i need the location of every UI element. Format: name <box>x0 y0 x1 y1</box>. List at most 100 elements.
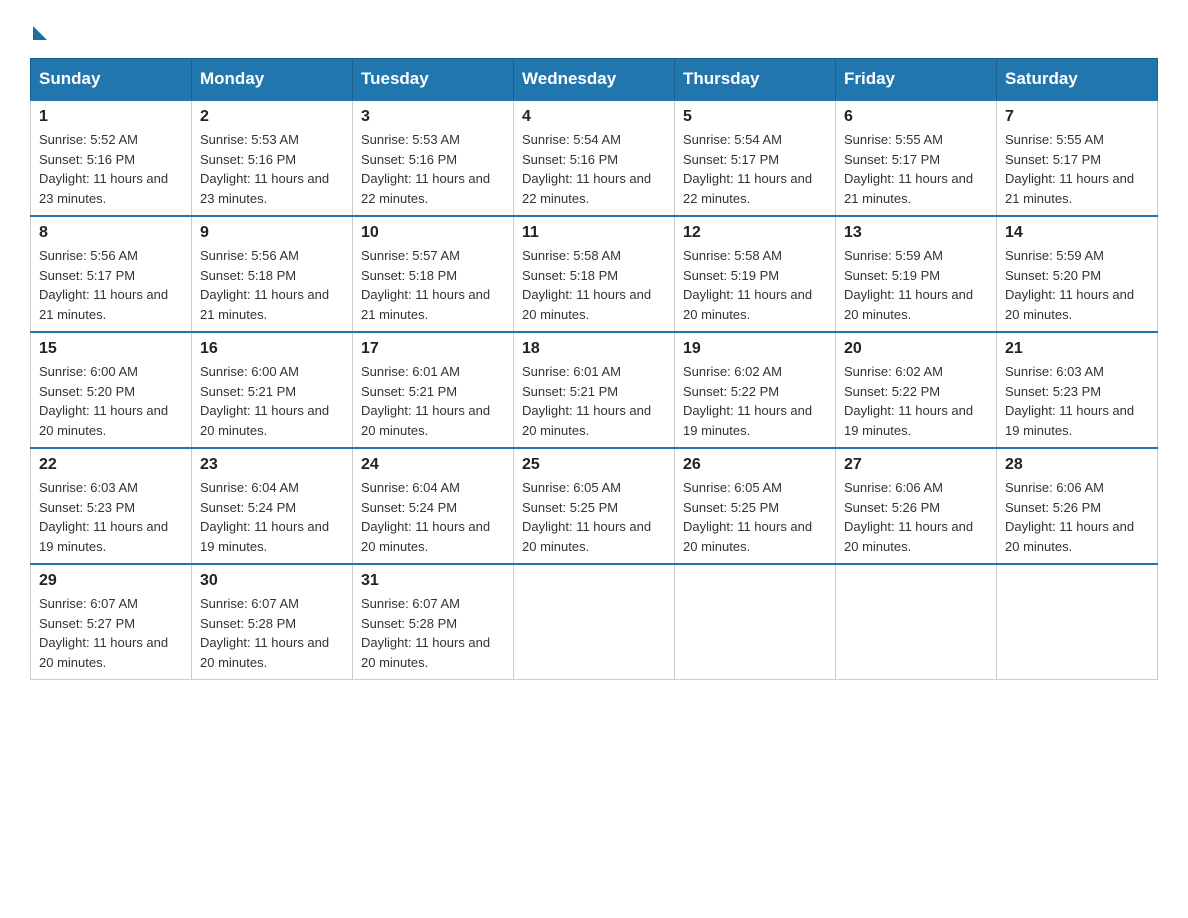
calendar-cell: 23 Sunrise: 6:04 AMSunset: 5:24 PMDaylig… <box>192 448 353 564</box>
day-info: Sunrise: 6:01 AMSunset: 5:21 PMDaylight:… <box>361 362 505 440</box>
day-info: Sunrise: 6:04 AMSunset: 5:24 PMDaylight:… <box>361 478 505 556</box>
day-number: 30 <box>200 572 344 590</box>
day-info: Sunrise: 6:04 AMSunset: 5:24 PMDaylight:… <box>200 478 344 556</box>
day-info: Sunrise: 5:55 AMSunset: 5:17 PMDaylight:… <box>1005 130 1149 208</box>
day-info: Sunrise: 6:07 AMSunset: 5:28 PMDaylight:… <box>361 594 505 672</box>
calendar-cell: 6 Sunrise: 5:55 AMSunset: 5:17 PMDayligh… <box>836 100 997 216</box>
day-info: Sunrise: 5:56 AMSunset: 5:17 PMDaylight:… <box>39 246 183 324</box>
calendar-cell: 21 Sunrise: 6:03 AMSunset: 5:23 PMDaylig… <box>997 332 1158 448</box>
calendar-week-row: 1 Sunrise: 5:52 AMSunset: 5:16 PMDayligh… <box>31 100 1158 216</box>
day-number: 4 <box>522 108 666 126</box>
day-info: Sunrise: 6:01 AMSunset: 5:21 PMDaylight:… <box>522 362 666 440</box>
calendar-cell: 14 Sunrise: 5:59 AMSunset: 5:20 PMDaylig… <box>997 216 1158 332</box>
calendar-header: SundayMondayTuesdayWednesdayThursdayFrid… <box>31 59 1158 101</box>
logo <box>30 20 66 40</box>
day-number: 3 <box>361 108 505 126</box>
day-info: Sunrise: 6:05 AMSunset: 5:25 PMDaylight:… <box>522 478 666 556</box>
calendar-cell: 3 Sunrise: 5:53 AMSunset: 5:16 PMDayligh… <box>353 100 514 216</box>
day-number: 11 <box>522 224 666 242</box>
calendar-cell: 13 Sunrise: 5:59 AMSunset: 5:19 PMDaylig… <box>836 216 997 332</box>
calendar-cell: 25 Sunrise: 6:05 AMSunset: 5:25 PMDaylig… <box>514 448 675 564</box>
weekday-header-tuesday: Tuesday <box>353 59 514 101</box>
calendar-week-row: 22 Sunrise: 6:03 AMSunset: 5:23 PMDaylig… <box>31 448 1158 564</box>
calendar-cell: 20 Sunrise: 6:02 AMSunset: 5:22 PMDaylig… <box>836 332 997 448</box>
day-number: 10 <box>361 224 505 242</box>
calendar-cell: 8 Sunrise: 5:56 AMSunset: 5:17 PMDayligh… <box>31 216 192 332</box>
calendar-cell <box>836 564 997 680</box>
day-number: 20 <box>844 340 988 358</box>
weekday-header-monday: Monday <box>192 59 353 101</box>
calendar-cell: 26 Sunrise: 6:05 AMSunset: 5:25 PMDaylig… <box>675 448 836 564</box>
day-number: 7 <box>1005 108 1149 126</box>
calendar-week-row: 8 Sunrise: 5:56 AMSunset: 5:17 PMDayligh… <box>31 216 1158 332</box>
weekday-row: SundayMondayTuesdayWednesdayThursdayFrid… <box>31 59 1158 101</box>
calendar-cell: 5 Sunrise: 5:54 AMSunset: 5:17 PMDayligh… <box>675 100 836 216</box>
day-info: Sunrise: 5:54 AMSunset: 5:16 PMDaylight:… <box>522 130 666 208</box>
calendar-cell: 15 Sunrise: 6:00 AMSunset: 5:20 PMDaylig… <box>31 332 192 448</box>
day-info: Sunrise: 6:07 AMSunset: 5:28 PMDaylight:… <box>200 594 344 672</box>
day-number: 12 <box>683 224 827 242</box>
calendar-table: SundayMondayTuesdayWednesdayThursdayFrid… <box>30 58 1158 680</box>
calendar-cell: 10 Sunrise: 5:57 AMSunset: 5:18 PMDaylig… <box>353 216 514 332</box>
day-number: 31 <box>361 572 505 590</box>
day-info: Sunrise: 5:54 AMSunset: 5:17 PMDaylight:… <box>683 130 827 208</box>
day-number: 9 <box>200 224 344 242</box>
day-number: 28 <box>1005 456 1149 474</box>
calendar-cell: 18 Sunrise: 6:01 AMSunset: 5:21 PMDaylig… <box>514 332 675 448</box>
day-info: Sunrise: 5:59 AMSunset: 5:19 PMDaylight:… <box>844 246 988 324</box>
weekday-header-saturday: Saturday <box>997 59 1158 101</box>
day-info: Sunrise: 5:57 AMSunset: 5:18 PMDaylight:… <box>361 246 505 324</box>
day-info: Sunrise: 6:00 AMSunset: 5:21 PMDaylight:… <box>200 362 344 440</box>
day-number: 6 <box>844 108 988 126</box>
calendar-cell: 22 Sunrise: 6:03 AMSunset: 5:23 PMDaylig… <box>31 448 192 564</box>
calendar-cell: 30 Sunrise: 6:07 AMSunset: 5:28 PMDaylig… <box>192 564 353 680</box>
calendar-cell: 16 Sunrise: 6:00 AMSunset: 5:21 PMDaylig… <box>192 332 353 448</box>
day-info: Sunrise: 5:58 AMSunset: 5:19 PMDaylight:… <box>683 246 827 324</box>
calendar-cell: 2 Sunrise: 5:53 AMSunset: 5:16 PMDayligh… <box>192 100 353 216</box>
calendar-cell: 27 Sunrise: 6:06 AMSunset: 5:26 PMDaylig… <box>836 448 997 564</box>
calendar-cell <box>675 564 836 680</box>
weekday-header-sunday: Sunday <box>31 59 192 101</box>
calendar-cell: 31 Sunrise: 6:07 AMSunset: 5:28 PMDaylig… <box>353 564 514 680</box>
day-info: Sunrise: 5:58 AMSunset: 5:18 PMDaylight:… <box>522 246 666 324</box>
day-number: 23 <box>200 456 344 474</box>
day-number: 5 <box>683 108 827 126</box>
day-info: Sunrise: 5:53 AMSunset: 5:16 PMDaylight:… <box>200 130 344 208</box>
day-number: 15 <box>39 340 183 358</box>
day-info: Sunrise: 6:00 AMSunset: 5:20 PMDaylight:… <box>39 362 183 440</box>
day-number: 19 <box>683 340 827 358</box>
calendar-cell: 17 Sunrise: 6:01 AMSunset: 5:21 PMDaylig… <box>353 332 514 448</box>
day-info: Sunrise: 6:03 AMSunset: 5:23 PMDaylight:… <box>1005 362 1149 440</box>
day-info: Sunrise: 6:02 AMSunset: 5:22 PMDaylight:… <box>683 362 827 440</box>
weekday-header-wednesday: Wednesday <box>514 59 675 101</box>
day-number: 26 <box>683 456 827 474</box>
day-number: 14 <box>1005 224 1149 242</box>
day-number: 18 <box>522 340 666 358</box>
day-number: 21 <box>1005 340 1149 358</box>
calendar-cell: 24 Sunrise: 6:04 AMSunset: 5:24 PMDaylig… <box>353 448 514 564</box>
calendar-cell: 7 Sunrise: 5:55 AMSunset: 5:17 PMDayligh… <box>997 100 1158 216</box>
day-info: Sunrise: 5:52 AMSunset: 5:16 PMDaylight:… <box>39 130 183 208</box>
calendar-cell: 1 Sunrise: 5:52 AMSunset: 5:16 PMDayligh… <box>31 100 192 216</box>
day-info: Sunrise: 6:03 AMSunset: 5:23 PMDaylight:… <box>39 478 183 556</box>
calendar-cell: 11 Sunrise: 5:58 AMSunset: 5:18 PMDaylig… <box>514 216 675 332</box>
day-number: 2 <box>200 108 344 126</box>
weekday-header-friday: Friday <box>836 59 997 101</box>
day-number: 29 <box>39 572 183 590</box>
day-number: 8 <box>39 224 183 242</box>
day-info: Sunrise: 5:59 AMSunset: 5:20 PMDaylight:… <box>1005 246 1149 324</box>
calendar-week-row: 15 Sunrise: 6:00 AMSunset: 5:20 PMDaylig… <box>31 332 1158 448</box>
day-info: Sunrise: 6:06 AMSunset: 5:26 PMDaylight:… <box>1005 478 1149 556</box>
day-number: 16 <box>200 340 344 358</box>
day-number: 27 <box>844 456 988 474</box>
calendar-week-row: 29 Sunrise: 6:07 AMSunset: 5:27 PMDaylig… <box>31 564 1158 680</box>
calendar-cell <box>997 564 1158 680</box>
day-info: Sunrise: 5:55 AMSunset: 5:17 PMDaylight:… <box>844 130 988 208</box>
day-info: Sunrise: 6:05 AMSunset: 5:25 PMDaylight:… <box>683 478 827 556</box>
calendar-cell: 12 Sunrise: 5:58 AMSunset: 5:19 PMDaylig… <box>675 216 836 332</box>
calendar-cell <box>514 564 675 680</box>
calendar-cell: 28 Sunrise: 6:06 AMSunset: 5:26 PMDaylig… <box>997 448 1158 564</box>
calendar-cell: 4 Sunrise: 5:54 AMSunset: 5:16 PMDayligh… <box>514 100 675 216</box>
calendar-body: 1 Sunrise: 5:52 AMSunset: 5:16 PMDayligh… <box>31 100 1158 680</box>
day-number: 25 <box>522 456 666 474</box>
